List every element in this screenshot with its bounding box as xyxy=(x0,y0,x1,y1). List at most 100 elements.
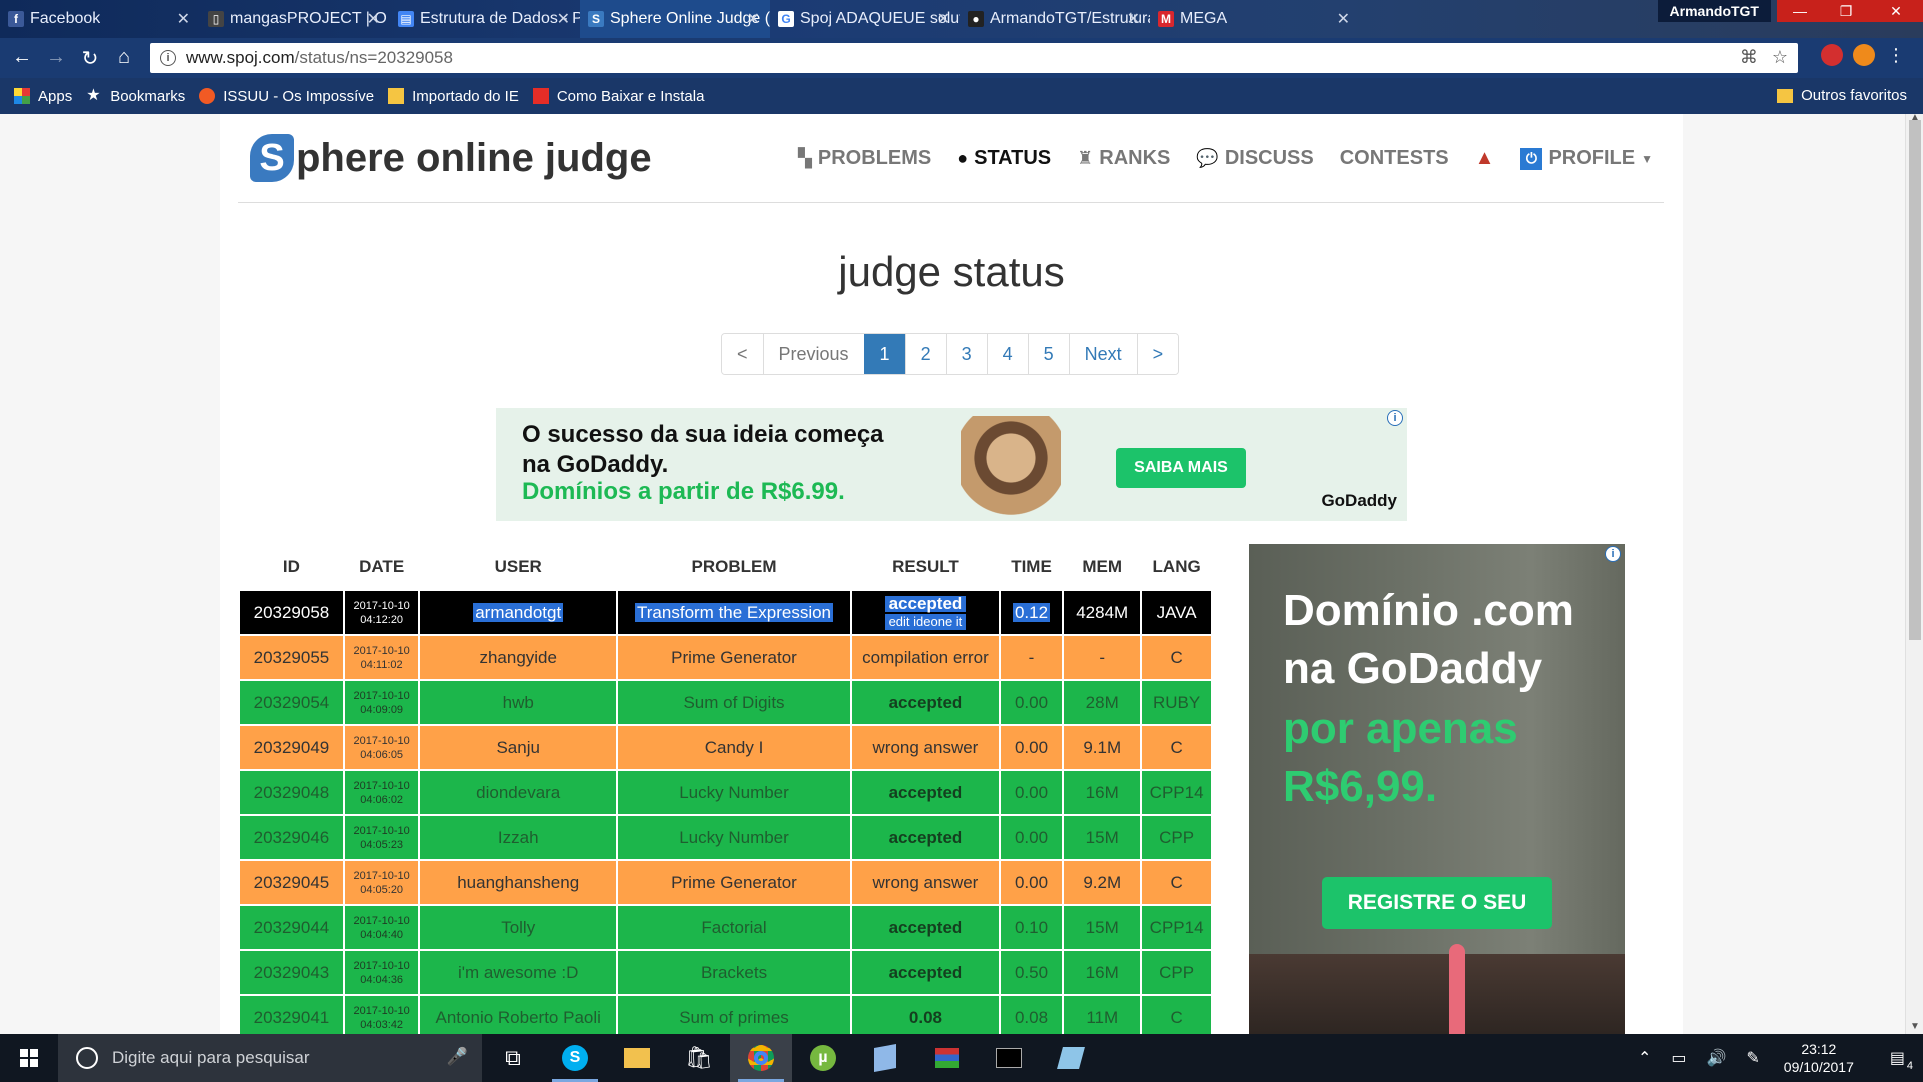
pen-icon[interactable]: ✎ xyxy=(1746,1048,1759,1068)
browser-tab[interactable]: M MEGA ✕ xyxy=(1150,0,1360,38)
other-bookmarks[interactable]: Outros favoritos xyxy=(1777,87,1907,104)
user-link[interactable]: armandotgt xyxy=(473,602,564,622)
user-link[interactable]: i'm awesome :D xyxy=(458,963,578,982)
close-tab-icon[interactable]: ✕ xyxy=(747,9,760,29)
problem-link[interactable]: Brackets xyxy=(701,963,767,982)
browser-tab[interactable]: ▯mangasPROJECT | O se✕ xyxy=(200,0,390,38)
adchoices-icon[interactable]: i xyxy=(1605,546,1621,562)
notifications-icon[interactable]: ▤ 4 xyxy=(1890,1048,1913,1072)
scrollbar-thumb[interactable] xyxy=(1909,120,1921,640)
volume-icon[interactable]: 🔊 xyxy=(1706,1048,1726,1068)
page-link[interactable]: < xyxy=(722,334,763,374)
terminal-icon[interactable] xyxy=(978,1034,1040,1082)
browser-tab[interactable]: f Facebook ✕ xyxy=(0,0,200,38)
file-explorer-icon[interactable] xyxy=(606,1034,668,1082)
problem-link[interactable]: Sum of primes xyxy=(679,1008,789,1027)
home-icon[interactable]: ⌂ xyxy=(112,46,136,69)
reload-icon[interactable]: ↻ xyxy=(78,46,102,71)
user-link[interactable]: Antonio Roberto Paoli xyxy=(436,1008,601,1027)
user-link[interactable]: diondevara xyxy=(476,783,560,802)
page-link[interactable]: 3 xyxy=(945,334,987,374)
virtualbox-icon[interactable] xyxy=(854,1034,916,1082)
adchoices-icon[interactable]: i xyxy=(1387,410,1403,426)
close-tab-icon[interactable]: ✕ xyxy=(1337,9,1350,29)
translate-icon[interactable]: ⌘ xyxy=(1740,47,1758,68)
page-link[interactable]: 4 xyxy=(986,334,1028,374)
nav-discuss[interactable]: 💬 DISCUSS xyxy=(1196,147,1313,170)
table-row[interactable]: 20329045 2017-10-10 04:05:20 huanghansheng P… xyxy=(238,859,1213,906)
nav-problems[interactable]: ▚ PROBLEMS xyxy=(798,147,931,170)
side-ad-button[interactable]: REGISTRE O SEU xyxy=(1322,877,1552,929)
store-icon[interactable]: 🛍 xyxy=(668,1034,730,1082)
bookmark-star-icon[interactable]: ☆ xyxy=(1772,47,1788,68)
table-row[interactable]: 20329049 2017-10-10 04:06:05 Sanju Candy Iwr… xyxy=(238,724,1213,771)
banner-ad[interactable]: O sucesso da sua ideia começa na GoDaddy.… xyxy=(496,408,1407,521)
table-row[interactable]: 20329046 2017-10-10 04:05:23 Izzah Lucky Num… xyxy=(238,814,1213,861)
problem-link[interactable]: Prime Generator xyxy=(671,648,797,667)
table-row[interactable]: 20329048 2017-10-10 04:06:02 diondevara Luck… xyxy=(238,769,1213,816)
extension-icon[interactable] xyxy=(1853,44,1875,66)
restore-icon[interactable]: ❐ xyxy=(1823,0,1869,22)
browser-tab[interactable]: G Spoj ADAQUEUE soluti ✕ xyxy=(770,0,960,38)
bookmark-item[interactable]: Apps xyxy=(14,88,72,105)
taskbar-search[interactable]: Digite aqui para pesquisar 🎤 xyxy=(58,1034,482,1082)
result-links[interactable]: edit ideone it xyxy=(884,613,967,630)
chrome-icon[interactable] xyxy=(730,1034,792,1082)
problem-link[interactable]: Prime Generator xyxy=(671,873,797,892)
clock[interactable]: 23:12 09/10/2017 xyxy=(1784,1040,1854,1076)
nav-ranks[interactable]: ♜ RANKS xyxy=(1077,147,1170,170)
bookmark-item[interactable]: Importado do IE xyxy=(388,88,519,105)
browser-tab[interactable]: ● ArmandoTGT/Estrutura ✕ xyxy=(960,0,1150,38)
user-link[interactable]: huanghansheng xyxy=(457,873,579,892)
page-link[interactable]: Next xyxy=(1068,334,1137,374)
browser-tab[interactable]: ▤ Estrutura de Dados - P ✕ xyxy=(390,0,580,38)
task-view-icon[interactable]: ⧉ xyxy=(482,1034,544,1082)
info-icon[interactable]: i xyxy=(160,50,176,66)
problem-link[interactable]: Lucky Number xyxy=(679,828,789,847)
app-icon[interactable] xyxy=(1040,1034,1102,1082)
close-tab-icon[interactable]: ✕ xyxy=(177,9,190,29)
bookmark-item[interactable]: ★ Bookmarks xyxy=(86,88,185,105)
user-link[interactable]: zhangyide xyxy=(479,648,557,667)
minimize-icon[interactable]: — xyxy=(1777,0,1823,22)
table-row[interactable]: 20329054 2017-10-10 04:09:09 hwb Sum of Digi… xyxy=(238,679,1213,726)
scroll-down-icon[interactable]: ▼ xyxy=(1910,1021,1920,1032)
page-link[interactable]: 5 xyxy=(1027,334,1069,374)
problem-link[interactable]: Lucky Number xyxy=(679,783,789,802)
chevron-up-icon[interactable]: ⌃ xyxy=(1638,1048,1651,1068)
close-tab-icon[interactable]: ✕ xyxy=(1127,9,1140,29)
microphone-icon[interactable]: 🎤 xyxy=(447,1047,468,1067)
winrar-icon[interactable] xyxy=(916,1034,978,1082)
start-button[interactable] xyxy=(0,1034,58,1082)
extension-icon[interactable] xyxy=(1821,44,1843,66)
user-link[interactable]: Tolly xyxy=(501,918,535,937)
page-link[interactable]: Previous xyxy=(762,334,864,374)
page-link[interactable]: 2 xyxy=(904,334,946,374)
side-ad[interactable]: Domínio .com na GoDaddy por apenas R$6,99.… xyxy=(1249,544,1625,1034)
problem-link[interactable]: Sum of Digits xyxy=(683,693,784,712)
back-icon[interactable]: ← xyxy=(10,46,34,69)
site-logo[interactable]: S phere online judge xyxy=(250,134,652,182)
user-link[interactable]: Izzah xyxy=(498,828,539,847)
warning-icon[interactable]: ▲ xyxy=(1475,147,1495,170)
user-link[interactable]: hwb xyxy=(503,693,534,712)
profile-name[interactable]: ArmandoTGT xyxy=(1657,0,1771,22)
problem-link[interactable]: Candy I xyxy=(705,738,764,757)
utorrent-icon[interactable]: µ xyxy=(792,1034,854,1082)
address-bar[interactable]: i www.spoj.com/status/ns=20329058 ⌘ ☆ xyxy=(150,43,1798,73)
table-row[interactable]: 20329041 2017-10-10 04:03:42 Antonio Robert… xyxy=(238,994,1213,1034)
problem-link[interactable]: Factorial xyxy=(701,918,766,937)
close-tab-icon[interactable]: ✕ xyxy=(367,9,380,29)
bookmark-item[interactable]: Como Baixar e Instala xyxy=(532,88,704,105)
close-window-icon[interactable]: ✕ xyxy=(1869,0,1923,22)
forward-icon[interactable]: → xyxy=(44,46,68,69)
nav-contests[interactable]: CONTESTS xyxy=(1340,147,1449,170)
nav-status[interactable]: ● STATUS xyxy=(957,147,1051,170)
user-link[interactable]: Sanju xyxy=(496,738,539,757)
page-link[interactable]: 1 xyxy=(863,334,905,374)
network-icon[interactable]: ▭ xyxy=(1671,1048,1686,1068)
table-row[interactable]: 20329043 2017-10-10 04:04:36 i'm awesome :D… xyxy=(238,949,1213,996)
page-scrollbar[interactable]: ▲ ▼ xyxy=(1905,114,1923,1034)
bookmark-item[interactable]: ISSUU - Os Impossíve xyxy=(199,88,374,105)
table-row[interactable]: 20329044 2017-10-10 04:04:40 Tolly Factorial… xyxy=(238,904,1213,951)
